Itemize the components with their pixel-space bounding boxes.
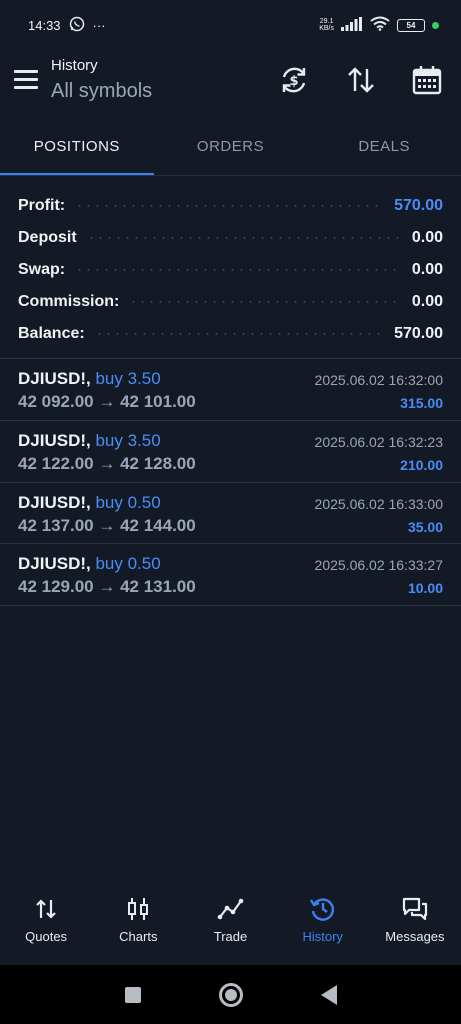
trade-icon [217,898,243,920]
deal-prices: 42 122.00 → 42 128.00 [18,454,196,473]
symbol-text: DJIUSD!, [18,369,91,388]
system-navigation-bar [0,965,461,1024]
recent-apps-button[interactable] [124,986,141,1003]
commission-value: 0.00 [411,293,443,310]
deal-time: 2025.06.02 16:32:23 [314,434,443,450]
deal-side: buy 0.50 [95,493,161,512]
nav-trade-label: Trade [213,929,248,944]
deal-symbol: DJIUSD!, buy 3.50 [18,369,161,389]
nav-trade[interactable]: Trade [184,895,276,965]
symbol-text: DJIUSD!, [18,554,91,573]
tab-positions[interactable]: POSITIONS [0,124,154,176]
symbol-filter[interactable]: All symbols [51,80,152,103]
battery-indicator: 54 [397,18,425,32]
sort-icon[interactable] [345,64,377,96]
app-header: History All symbols $ [0,52,461,112]
page-title: History [51,57,98,74]
network-speed: 29.1 KB/s [319,18,334,32]
swap-label: Swap: [18,261,66,278]
list-item[interactable]: DJIUSD!, buy 0.50 42 129.00 → 42 131.00 … [0,544,461,605]
deal-side: buy 3.50 [95,431,161,450]
deal-profit: 210.00 [400,457,443,473]
wifi-icon [370,16,390,34]
summary-row-commission: Commission: 0.00 [18,286,443,318]
deal-time: 2025.06.02 16:33:00 [314,496,443,512]
status-time: 14:33 [28,17,61,33]
list-item[interactable]: DJIUSD!, buy 3.50 42 092.00 → 42 101.00 … [0,359,461,420]
symbol-text: DJIUSD!, [18,431,91,450]
deal-profit: 315.00 [400,395,443,411]
nav-quotes[interactable]: Quotes [0,895,92,965]
calendar-icon[interactable] [411,64,443,96]
swap-value: 0.00 [411,261,443,278]
quotes-icon [36,899,56,919]
deposit-value: 0.00 [411,229,443,246]
tab-orders[interactable]: ORDERS [154,124,308,176]
profit-label: Profit: [18,197,66,214]
nav-history[interactable]: History [277,895,369,965]
home-button[interactable] [218,982,243,1007]
whatsapp-icon [69,16,85,35]
list-item[interactable]: DJIUSD!, buy 3.50 42 122.00 → 42 128.00 … [0,421,461,482]
menu-icon[interactable] [14,70,38,90]
more-notifications-icon: ··· [92,17,106,33]
divider [0,605,461,606]
balance-value: 570.00 [394,325,443,342]
tabs-divider [0,175,461,176]
deal-profit: 10.00 [407,580,443,596]
summary-row-deposit: Deposit 0.00 [18,222,443,254]
nav-charts[interactable]: Charts [92,895,184,965]
messages-icon [402,897,428,921]
back-button[interactable] [320,984,337,1005]
network-speed-value: 29.1 [319,18,334,25]
svg-text:$: $ [289,74,298,89]
bottom-navigation: Quotes Charts Trade History Messages [0,895,461,965]
summary-row-balance: Balance: 570.00 [18,318,443,350]
account-summary: Profit: 570.00 Deposit 0.00 Swap: 0.00 C… [18,190,443,350]
deal-symbol: DJIUSD!, buy 0.50 [18,493,161,513]
nav-history-label: History [302,929,343,944]
profit-value: 570.00 [394,197,443,214]
deal-time: 2025.06.02 16:33:27 [314,557,443,573]
candlestick-icon [128,898,149,920]
symbol-text: DJIUSD!, [18,493,91,512]
deal-prices: 42 137.00 → 42 144.00 [18,516,196,535]
history-icon [309,898,334,921]
history-tabs: POSITIONS ORDERS DEALS [0,124,461,176]
nav-charts-label: Charts [119,929,158,944]
deal-prices: 42 129.00 → 42 131.00 [18,577,196,596]
nav-quotes-label: Quotes [25,929,68,944]
network-speed-unit: KB/s [319,25,334,32]
deal-symbol: DJIUSD!, buy 0.50 [18,554,161,574]
signal-icon [341,16,363,34]
deposit-label: Deposit [18,229,77,246]
status-bar: 14:33 ··· 29.1 KB/s 54 [0,0,461,50]
balance-label: Balance: [18,325,85,342]
summary-row-profit: Profit: 570.00 [18,190,443,222]
deal-time: 2025.06.02 16:32:00 [314,372,443,388]
summary-row-swap: Swap: 0.00 [18,254,443,286]
privacy-dot [432,21,439,29]
currency-exchange-icon[interactable]: $ [278,64,310,96]
tab-deals[interactable]: DEALS [307,124,461,176]
nav-messages-label: Messages [385,929,445,944]
deal-profit: 35.00 [407,519,443,535]
deal-side: buy 3.50 [95,369,161,388]
deal-side: buy 0.50 [95,554,161,573]
deal-prices: 42 092.00 → 42 101.00 [18,392,196,411]
nav-messages[interactable]: Messages [369,895,461,965]
commission-label: Commission: [18,293,120,310]
list-item[interactable]: DJIUSD!, buy 0.50 42 137.00 → 42 144.00 … [0,483,461,544]
deal-symbol: DJIUSD!, buy 3.50 [18,431,161,451]
